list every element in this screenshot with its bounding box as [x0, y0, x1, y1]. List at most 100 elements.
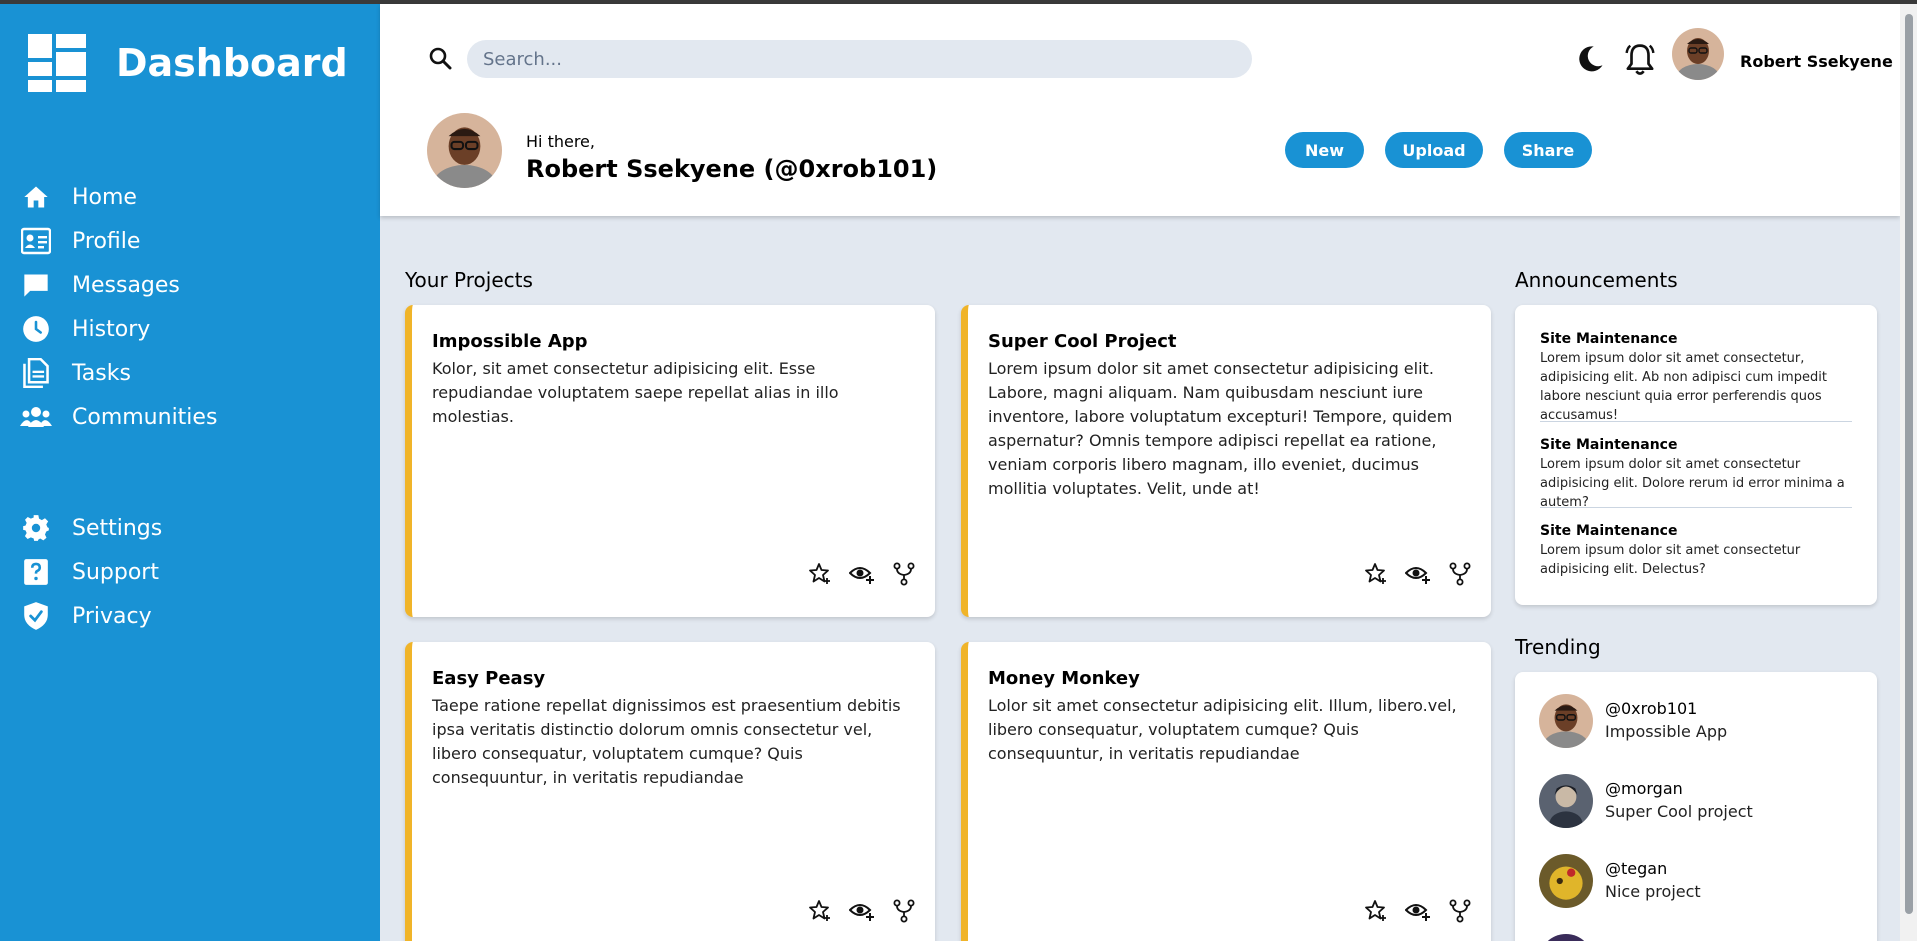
fork-icon[interactable] [1447, 898, 1473, 924]
greeting: Hi there, [526, 132, 595, 151]
sidebar-item-label: Home [72, 184, 137, 210]
avatar [1539, 854, 1593, 908]
project-card[interactable]: Super Cool Project Lorem ipsum dolor sit… [961, 305, 1491, 617]
trending-project: Impossible App [1605, 722, 1728, 741]
watch-add-icon[interactable] [849, 898, 875, 924]
trending-item[interactable]: @tegan Nice project [1539, 854, 1859, 908]
announcement-item[interactable]: Site Maintenance Lorem ipsum dolor sit a… [1540, 331, 1852, 425]
message-icon [20, 269, 52, 301]
trending-item[interactable] [1539, 934, 1859, 941]
project-description: Taepe ratione repellat dignissimos est p… [432, 696, 901, 787]
sidebar-item-label: Privacy [72, 603, 152, 629]
project-description: Lolor sit amet consectetur adipisicing e… [988, 696, 1457, 763]
divider [1540, 507, 1852, 508]
announcement-text: Lorem ipsum dolor sit amet consectetur a… [1540, 457, 1845, 510]
sidebar-item-label: Profile [72, 228, 141, 254]
card-actions [807, 898, 917, 924]
star-add-icon[interactable] [807, 898, 833, 924]
help-icon [20, 556, 52, 588]
watch-add-icon[interactable] [1405, 898, 1431, 924]
trending-handle: @morgan [1605, 779, 1683, 798]
announcement-text: Lorem ipsum dolor sit amet consectetur, … [1540, 351, 1827, 423]
sidebar-item-label: Messages [72, 272, 180, 298]
star-add-icon[interactable] [1363, 561, 1389, 587]
project-title: Easy Peasy [432, 668, 546, 689]
avatar [1539, 694, 1593, 748]
announcement-text: Lorem ipsum dolor sit amet consectetur a… [1540, 543, 1801, 577]
project-title: Super Cool Project [988, 331, 1177, 352]
avatar [1539, 934, 1593, 941]
sidebar-item-communities[interactable]: Communities [0, 395, 380, 439]
fork-icon[interactable] [1447, 561, 1473, 587]
bell-icon[interactable] [1623, 42, 1657, 80]
announcements-panel: Site Maintenance Lorem ipsum dolor sit a… [1515, 305, 1877, 605]
watch-add-icon[interactable] [849, 561, 875, 587]
project-card[interactable]: Easy Peasy Taepe ratione repellat dignis… [405, 642, 935, 941]
trending-project: Nice project [1605, 882, 1701, 901]
trending-panel: @0xrob101 Impossible App @morgan Super C… [1515, 672, 1877, 941]
trending-handle: @0xrob101 [1605, 699, 1698, 718]
avatar [1539, 774, 1593, 828]
trending-handle: @tegan [1605, 859, 1668, 878]
sidebar-item-label: Settings [72, 515, 163, 541]
fork-icon[interactable] [891, 898, 917, 924]
people-icon [20, 401, 52, 433]
trending-project: Super Cool project [1605, 802, 1753, 821]
sidebar: Dashboard Home Profile Messages History [0, 4, 380, 941]
main-nav: Home Profile Messages History Tasks Comm… [0, 175, 380, 439]
scrollbar-thumb[interactable] [1905, 14, 1913, 914]
greeting-name: Robert Ssekyene (@0xrob101) [526, 155, 938, 183]
document-icon [20, 357, 52, 389]
announcements-title: Announcements [1515, 268, 1678, 292]
trending-title: Trending [1515, 635, 1601, 659]
project-card[interactable]: Money Monkey Lolor sit amet consectetur … [961, 642, 1491, 941]
gear-icon [20, 512, 52, 544]
fork-icon[interactable] [891, 561, 917, 587]
sidebar-item-label: History [72, 316, 151, 342]
sidebar-item-settings[interactable]: Settings [0, 506, 380, 550]
profile-card-icon [20, 225, 52, 257]
sidebar-item-tasks[interactable]: Tasks [0, 351, 380, 395]
user-name: Robert Ssekyene [1740, 52, 1893, 71]
project-title: Money Monkey [988, 668, 1140, 689]
announcement-item[interactable]: Site Maintenance Lorem ipsum dolor sit a… [1540, 437, 1852, 512]
trending-item[interactable]: @0xrob101 Impossible App [1539, 694, 1859, 748]
dashboard-logo-icon [28, 34, 86, 92]
sidebar-item-history[interactable]: History [0, 307, 380, 351]
new-button[interactable]: New [1285, 132, 1364, 168]
announcement-title: Site Maintenance [1540, 437, 1678, 453]
sidebar-item-label: Support [72, 559, 159, 585]
sidebar-item-home[interactable]: Home [0, 175, 380, 219]
moon-icon[interactable] [1575, 44, 1605, 78]
search-input[interactable] [467, 40, 1252, 78]
sidebar-item-support[interactable]: Support [0, 550, 380, 594]
divider [1540, 421, 1852, 422]
projects-title: Your Projects [405, 268, 533, 292]
star-add-icon[interactable] [1363, 898, 1389, 924]
profile-avatar [427, 113, 502, 188]
card-actions [807, 561, 917, 587]
brand: Dashboard [28, 34, 348, 92]
sidebar-item-label: Communities [72, 404, 218, 430]
header: Robert Ssekyene Hi there, Robert Ssekyen… [380, 4, 1900, 216]
project-card[interactable]: Impossible App Kolor, sit amet consectet… [405, 305, 935, 617]
search-icon[interactable] [428, 46, 452, 74]
announcement-title: Site Maintenance [1540, 331, 1678, 347]
home-icon [20, 181, 52, 213]
sidebar-item-privacy[interactable]: Privacy [0, 594, 380, 638]
star-add-icon[interactable] [807, 561, 833, 587]
sidebar-item-label: Tasks [72, 360, 131, 386]
announcement-item[interactable]: Site Maintenance Lorem ipsum dolor sit a… [1540, 523, 1852, 579]
upload-button[interactable]: Upload [1385, 132, 1483, 168]
sidebar-item-messages[interactable]: Messages [0, 263, 380, 307]
card-actions [1363, 898, 1473, 924]
share-button[interactable]: Share [1504, 132, 1592, 168]
avatar[interactable] [1672, 28, 1724, 80]
secondary-nav: Settings Support Privacy [0, 506, 380, 638]
project-description: Lorem ipsum dolor sit amet consectetur a… [988, 359, 1453, 498]
clock-icon [20, 313, 52, 345]
watch-add-icon[interactable] [1405, 561, 1431, 587]
sidebar-item-profile[interactable]: Profile [0, 219, 380, 263]
brand-title: Dashboard [116, 41, 348, 85]
trending-item[interactable]: @morgan Super Cool project [1539, 774, 1859, 828]
